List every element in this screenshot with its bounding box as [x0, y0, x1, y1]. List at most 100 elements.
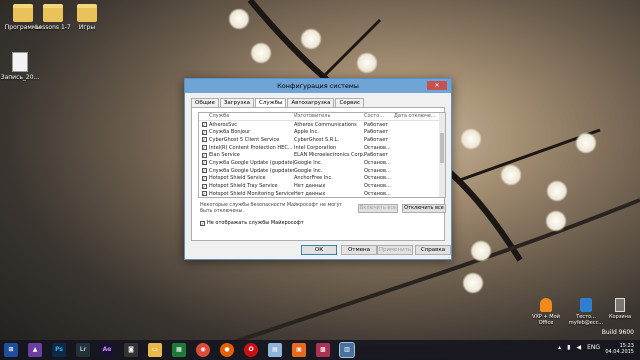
service-row[interactable]: ✓ CyberGhost 5 Client Service CyberGhost S…	[199, 136, 445, 144]
service-checkbox[interactable]: ✓	[201, 191, 207, 197]
chrome-icon[interactable]: ◉	[196, 343, 210, 357]
service-checkbox[interactable]: ✓	[201, 183, 207, 189]
tab-bar: Общие Загрузка Службы Автозагрузка Серви…	[185, 93, 451, 107]
camera-icon[interactable]: ◙	[124, 343, 138, 357]
service-status: Останов...	[364, 144, 391, 151]
service-row[interactable]: ✓ Intel(R) Content Protection HEC... Intel…	[199, 144, 445, 152]
tab-services[interactable]: Службы	[255, 98, 287, 107]
person-icon	[540, 298, 552, 312]
spreadsheet-icon[interactable]: ▦	[172, 343, 186, 357]
opera-icon[interactable]: O	[244, 343, 258, 357]
tab-startup[interactable]: Автозагрузка	[287, 98, 335, 107]
checkbox-cell: ✓	[199, 191, 209, 197]
tab-boot[interactable]: Загрузка	[219, 98, 255, 107]
volume-icon[interactable]: ◀	[576, 344, 581, 351]
list-scrollbar[interactable]	[439, 113, 445, 197]
service-row[interactable]: ✓ Hotspot Shield Service AnchorFree Inc. Ос…	[199, 175, 445, 183]
service-row[interactable]: ✓ AtherosSvc Atheros Communications Работае…	[199, 121, 445, 129]
file-icon	[12, 52, 28, 72]
service-status: Работает	[364, 121, 389, 128]
service-row[interactable]: ✓ Служба Google Update (gupdate) Google In…	[199, 159, 445, 167]
checkbox-cell: ✓	[199, 152, 209, 158]
service-checkbox[interactable]: ✓	[201, 129, 207, 135]
desktop-icon-label: Корзина	[608, 314, 632, 320]
hide-microsoft-checkbox[interactable]: ✓	[200, 220, 205, 226]
services-list[interactable]: Служба Изготовитель Состо... Дата отключ…	[198, 112, 446, 198]
service-checkbox[interactable]: ✓	[201, 168, 207, 174]
lightroom-icon[interactable]: Lr	[76, 343, 90, 357]
cancel-button[interactable]: Отмена	[341, 245, 377, 255]
service-checkbox[interactable]: ✓	[201, 160, 207, 166]
column-header-manufacturer[interactable]: Изготовитель	[294, 113, 364, 119]
service-name: Служба Google Update (gupdatem)	[209, 167, 294, 174]
network-icon	[580, 298, 592, 312]
help-button[interactable]: Справка	[415, 245, 451, 255]
file-explorer-icon[interactable]: ▭	[148, 343, 162, 357]
hide-microsoft-services[interactable]: ✓ Не отображать службы Майкрософт	[200, 220, 304, 226]
dialog-title: Конфигурация системы	[277, 82, 359, 90]
service-status: Работает	[364, 152, 389, 159]
service-name: Служба Google Update (gupdate)	[209, 159, 294, 166]
enable-all-button[interactable]: Включить все	[358, 204, 398, 213]
service-name: Hotspot Shield Service	[209, 175, 266, 182]
service-status: Останов...	[364, 159, 391, 166]
checkbox-cell: ✓	[199, 175, 209, 181]
desktop-icon-recycle-bin[interactable]: Корзина	[600, 298, 640, 320]
after-effects-icon[interactable]: Ae	[100, 343, 114, 357]
checkbox-cell: ✓	[199, 160, 209, 166]
system-tray-icons: ▴ ▮ ◀ ENG	[558, 344, 600, 351]
service-name: Intel(R) Content Protection HEC...	[209, 144, 293, 151]
service-checkbox[interactable]: ✓	[201, 145, 207, 151]
column-header-status[interactable]: Состо...	[364, 113, 394, 119]
notepad-icon[interactable]: ▤	[268, 343, 282, 357]
service-row[interactable]: ✓ Служба Bonjour Apple Inc. Работает	[199, 128, 445, 136]
desktop-icon-label: Запись_20...	[0, 74, 40, 81]
desktop-icon-vxp[interactable]: VXP + Мой Office	[526, 298, 566, 326]
service-row[interactable]: ✓ Служба Google Update (gupdatem) Google I…	[199, 167, 445, 175]
column-header-service[interactable]: Служба	[209, 113, 294, 119]
close-button[interactable]: ✕	[427, 81, 447, 90]
desktop-icon-label: VXP + Мой Office	[532, 314, 560, 326]
service-manufacturer: Intel Corporation	[294, 144, 337, 151]
windows-build-watermark: Build 9600	[602, 329, 634, 336]
security-services-note: Некоторые службы безопасности Майкрософт…	[200, 203, 343, 214]
language-indicator[interactable]: ENG	[587, 344, 600, 351]
ok-button[interactable]: ОК	[301, 245, 337, 255]
network-status-icon[interactable]: ▮	[567, 344, 570, 351]
service-row[interactable]: ✓ Elan Service ELAN Microelectronics Corp.…	[199, 151, 445, 159]
service-checkbox[interactable]: ✓	[201, 137, 207, 143]
folder-icon	[43, 4, 63, 22]
tab-general[interactable]: Общие	[191, 98, 219, 107]
msconfig-taskbar-icon[interactable]: ▥	[339, 342, 355, 358]
desktop-icon-games[interactable]: Игры	[66, 4, 108, 31]
scrollbar-thumb[interactable]	[440, 133, 444, 163]
service-status: Останов...	[364, 167, 391, 174]
paint-icon[interactable]: ▣	[292, 343, 306, 357]
firefox-icon[interactable]: ●	[220, 343, 234, 357]
photoshop-icon[interactable]: Ps	[52, 343, 66, 357]
disable-all-button[interactable]: Отключить все	[402, 204, 446, 213]
service-name: Hotspot Shield Monitoring Service	[209, 190, 294, 197]
service-checkbox[interactable]: ✓	[201, 175, 207, 181]
chevron-up-icon[interactable]: ▴	[558, 344, 561, 351]
service-manufacturer: ELAN Microelectronics Corp.	[294, 152, 364, 159]
visual-studio-icon[interactable]: ▲	[28, 343, 42, 357]
clock[interactable]: 15:23 04.04.2015	[605, 343, 634, 355]
service-status: Останов...	[364, 175, 391, 182]
service-checkbox[interactable]: ✓	[201, 152, 207, 158]
desktop-icon-recording[interactable]: Запись_20...	[0, 52, 41, 81]
service-checkbox[interactable]: ✓	[201, 122, 207, 128]
service-manufacturer: Atheros Communications	[294, 121, 357, 128]
start-button[interactable]: ⊞	[4, 343, 18, 357]
service-row[interactable]: ✓ Hotspot Shield Monitoring Service Нет да…	[199, 190, 445, 197]
desktop-icon-label: Игры	[78, 24, 96, 31]
service-row[interactable]: ✓ Hotspot Shield Tray Service Нет данных Ос…	[199, 182, 445, 190]
column-header-date[interactable]: Дата отключе...	[394, 113, 439, 119]
dialog-titlebar[interactable]: Конфигурация системы ✕	[185, 79, 451, 93]
service-name: Elan Service	[209, 152, 240, 159]
service-status: Останов...	[364, 190, 391, 197]
image-viewer-icon[interactable]: ▩	[316, 343, 330, 357]
checkbox-cell: ✓	[199, 137, 209, 143]
apply-button[interactable]: Применить	[377, 245, 413, 255]
tab-tools[interactable]: Сервис	[335, 98, 365, 107]
